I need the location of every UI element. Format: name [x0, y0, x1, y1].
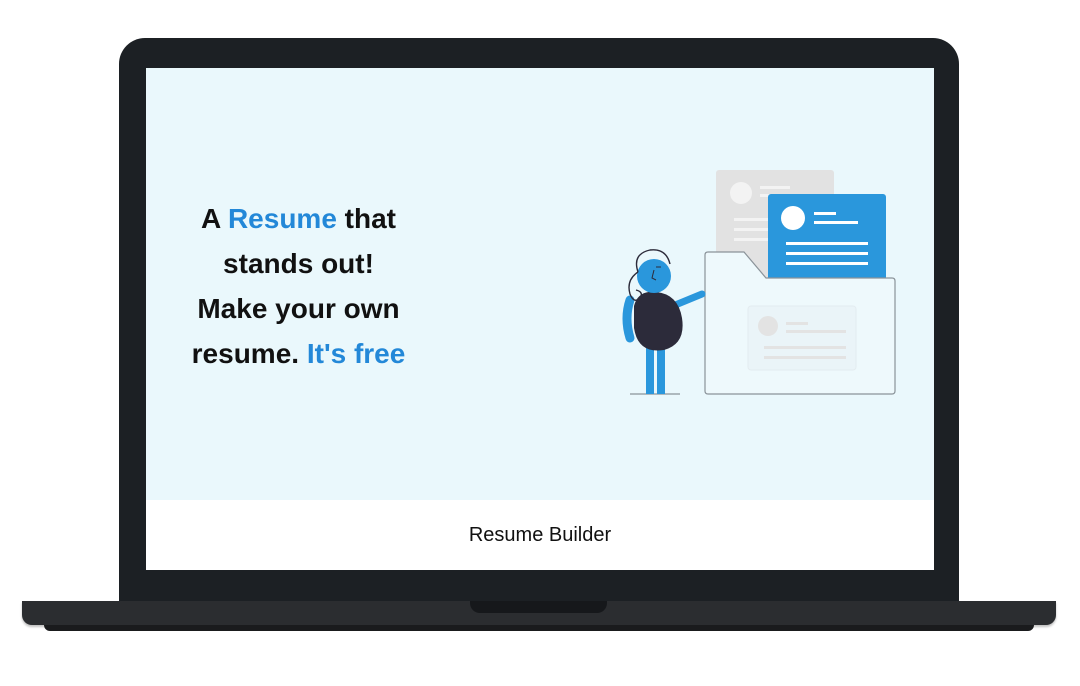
hero-line-2: stands out! — [223, 248, 374, 279]
hero-heading: A Resume that stands out! Make your own … — [146, 196, 451, 376]
footer-bar: Resume Builder — [146, 500, 934, 570]
laptop-screen: A Resume that stands out! Make your own … — [146, 68, 934, 570]
hero-line-4: resume. It's free — [146, 331, 451, 376]
laptop-base-edge — [44, 625, 1034, 631]
hero-accent-resume: Resume — [227, 203, 337, 234]
hero-line-1: A Resume that — [146, 196, 451, 241]
footer-title: Resume Builder — [468, 523, 612, 546]
hero-accent-free: It's free — [306, 338, 406, 369]
laptop-hinge-notch — [470, 601, 607, 613]
hero-line-3: Make your own — [197, 293, 400, 324]
resume-illustration-icon — [622, 170, 896, 395]
hero-line-1-start: A — [200, 203, 221, 234]
hero-line-1-end: that — [344, 203, 396, 234]
hero-line-4-start: resume. — [191, 338, 300, 369]
